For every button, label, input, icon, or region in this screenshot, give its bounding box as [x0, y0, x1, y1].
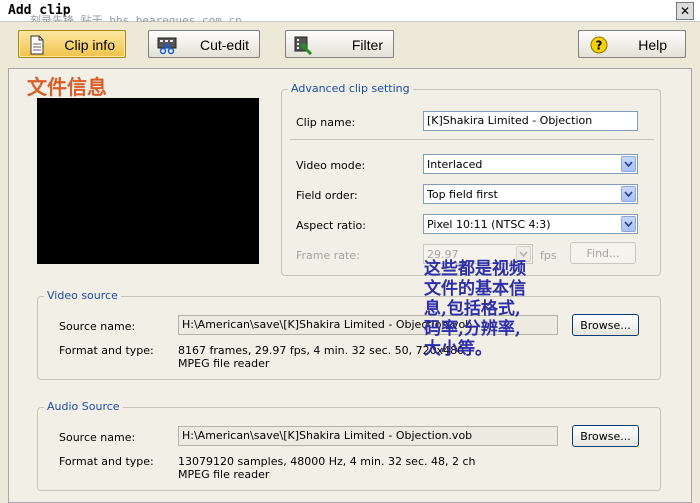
file-info-heading: 文件信息 [27, 75, 107, 99]
audio-source-name-field: H:\American\save\[K]Shakira Limited - Ob… [178, 426, 558, 446]
help-button[interactable]: ? Help [578, 30, 686, 58]
field-order-value: Top field first [427, 188, 498, 201]
filter-label: Filter [351, 37, 383, 53]
clip-name-label: Clip name: [296, 116, 356, 129]
video-mode-value: Interlaced [427, 158, 483, 171]
annotation-line: 码率,分辨率, [424, 319, 521, 339]
find-button[interactable]: Find... [570, 242, 636, 264]
video-source-name-label: Source name: [59, 320, 136, 333]
clip-info-panel: 文件信息 Advanced clip setting Clip name: [K… [8, 68, 692, 503]
advanced-clip-setting-legend: Advanced clip setting [288, 82, 413, 95]
toolbar: Clip info Cut-edit Filter ? Help [0, 22, 700, 66]
cut-edit-button[interactable]: Cut-edit [148, 30, 260, 58]
aspect-ratio-label: Aspect ratio: [296, 219, 366, 232]
annotation-line: 大小等。 [424, 339, 492, 359]
aspect-ratio-value: Pixel 10:11 (NTSC 4:3) [427, 218, 551, 231]
film-wrench-icon [294, 36, 313, 55]
clip-name-input[interactable]: [K]Shakira Limited - Objection [423, 111, 638, 131]
video-format-label: Format and type: [59, 344, 154, 357]
svg-text:?: ? [596, 39, 603, 53]
video-mode-label: Video mode: [296, 159, 366, 172]
annotation-line: 文件的基本信 [424, 279, 526, 299]
audio-format-line1: 13079120 samples, 48000 Hz, 4 min. 32 se… [178, 455, 476, 468]
annotation-line: 这些都是视频 [424, 259, 526, 279]
title-bar: Add clip 刻录先锋 贴于 bbs.bearegues.com.cn ✕ [0, 0, 700, 27]
annotation-line: 息,包括格式, [424, 299, 521, 319]
video-format-line2: MPEG file reader [178, 357, 270, 370]
video-mode-select[interactable]: Interlaced [423, 154, 638, 174]
help-icon: ? [590, 36, 608, 54]
help-label: Help [638, 37, 667, 53]
aspect-ratio-select[interactable]: Pixel 10:11 (NTSC 4:3) [423, 214, 638, 234]
chevron-down-icon[interactable] [621, 156, 636, 172]
video-preview [37, 98, 259, 264]
chevron-down-icon[interactable] [621, 186, 636, 202]
video-format-line1: 8167 frames, 29.97 fps, 4 min. 32 sec. 5… [178, 344, 465, 357]
field-order-select[interactable]: Top field first [423, 184, 638, 204]
video-source-legend: Video source [44, 289, 121, 302]
audio-browse-button[interactable]: Browse... [572, 425, 639, 447]
divider [290, 139, 654, 140]
chevron-down-icon[interactable] [621, 216, 636, 232]
video-browse-button[interactable]: Browse... [572, 314, 639, 336]
close-icon[interactable]: ✕ [676, 2, 694, 20]
field-order-label: Field order: [296, 189, 358, 202]
annotation-note: 这些都是视频 文件的基本信 息,包括格式, 码率,分辨率, 大小等。 [424, 259, 574, 359]
clip-info-label: Clip info [64, 37, 115, 53]
document-icon [30, 35, 44, 55]
advanced-clip-setting-group: Advanced clip setting Clip name: [K]Shak… [281, 82, 661, 276]
frame-rate-label: Frame rate: [296, 249, 360, 262]
cut-edit-label: Cut-edit [199, 37, 249, 53]
audio-source-name-label: Source name: [59, 431, 136, 444]
audio-format-line2: MPEG file reader [178, 468, 270, 481]
filter-button[interactable]: Filter [285, 30, 394, 58]
film-scissors-icon [157, 37, 177, 55]
audio-source-legend: Audio Source [44, 400, 123, 413]
audio-format-label: Format and type: [59, 455, 154, 468]
clip-info-button[interactable]: Clip info [18, 30, 126, 58]
audio-source-group: Audio Source Source name: H:\American\sa… [37, 400, 661, 491]
